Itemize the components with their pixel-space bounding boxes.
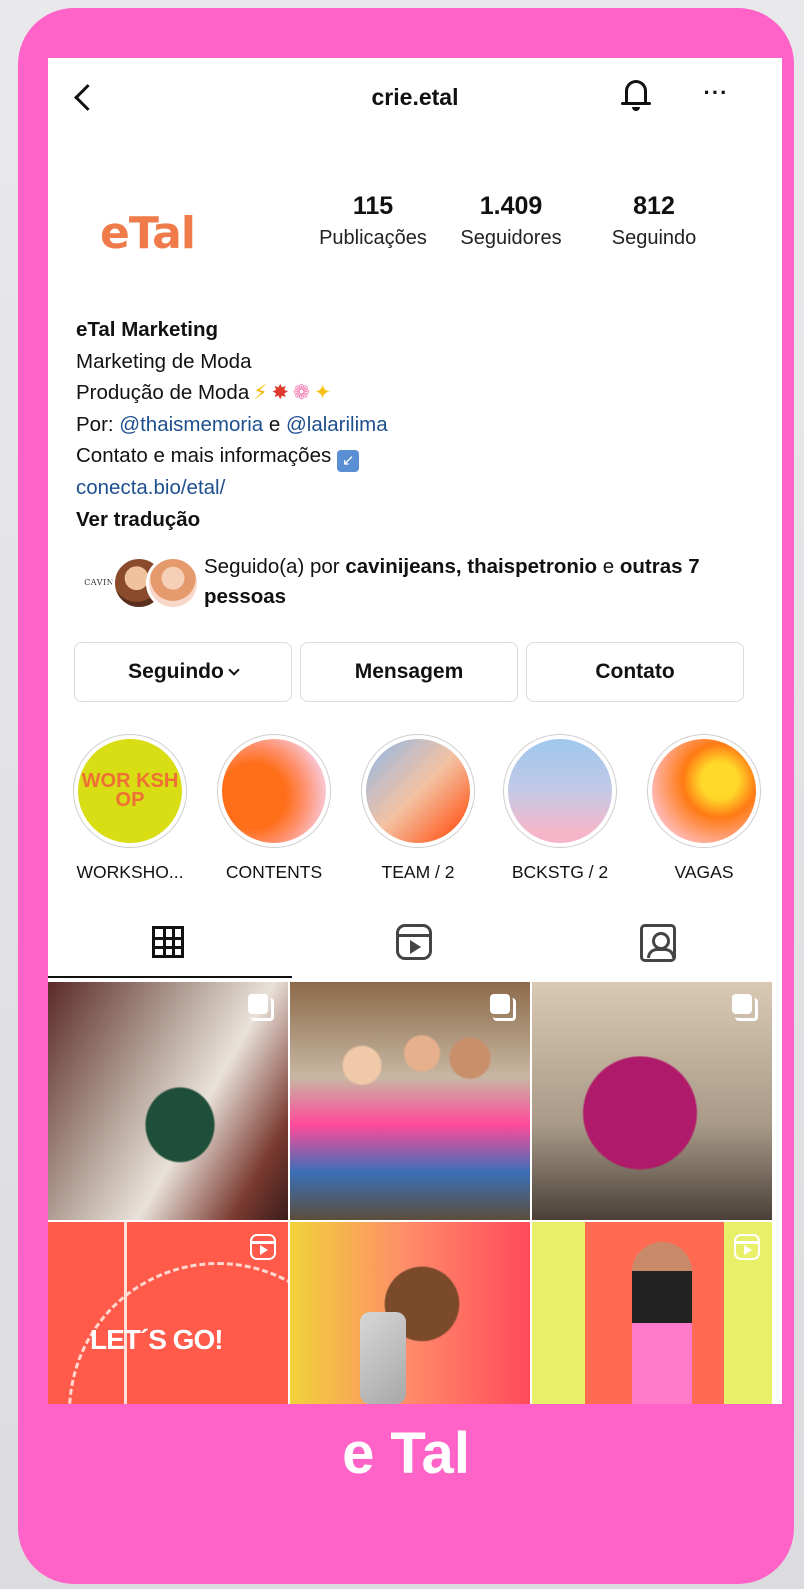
bio-line-4: Contato e mais informações ↙ [76, 440, 746, 472]
stat-posts-value: 115 [352, 192, 394, 220]
stat-following-label: Seguindo [611, 227, 697, 249]
followed-by[interactable]: CAVINI Seguido(a) por cavinijeans, thais… [74, 552, 754, 622]
profile-avatar-logo[interactable]: eTal [100, 206, 220, 262]
highlight-label: BCKSTG / 2 [511, 862, 609, 882]
highlight-cover [508, 739, 612, 843]
bell-icon[interactable] [618, 76, 654, 116]
reel-icon [250, 1234, 276, 1260]
highlight-bckstg[interactable]: BCKSTG / 2 [500, 734, 620, 883]
sparkles-emoji-icon: ✦ [314, 381, 332, 404]
post-thumbnail[interactable] [48, 982, 288, 1220]
highlight-cover [366, 739, 470, 843]
stat-posts-label: Publicações [319, 227, 427, 249]
stat-posts[interactable]: 115 Publicações [308, 192, 438, 250]
follower-avatar [146, 556, 200, 610]
bio-line-3: Por: @thaismemoria e @lalarilima [76, 412, 388, 436]
profile-bio: eTal Marketing Marketing de Moda Produçã… [76, 314, 746, 535]
highlight-vagas[interactable]: VAGAS [644, 734, 764, 883]
reels-icon [396, 924, 432, 960]
top-bar: crie.etal ··· [48, 58, 782, 138]
highlight-contents[interactable]: CONTENTS [214, 734, 334, 883]
grid-icon [152, 926, 184, 958]
profile-display-name: eTal Marketing [76, 318, 219, 341]
more-options-icon[interactable]: ··· [696, 80, 736, 110]
collision-emoji-icon: ✸ [271, 381, 289, 404]
highlight-cover [652, 739, 756, 843]
bio-link[interactable]: conecta.bio/etal/ [76, 472, 746, 504]
post-thumbnail[interactable] [290, 1222, 530, 1404]
brain-emoji-icon: ❁ [292, 381, 311, 404]
highlight-label: TEAM / 2 [381, 862, 455, 882]
post-thumbnail[interactable] [532, 1222, 772, 1404]
bio-line-2: Produção de Moda ⚡ ✸ ❁ ✦ [76, 377, 746, 409]
following-button[interactable]: Seguindo [74, 642, 292, 702]
back-arrow-icon[interactable] [70, 78, 100, 118]
reel-icon [734, 1234, 760, 1260]
arrow-down-left-emoji-icon: ↙ [337, 450, 360, 472]
message-button[interactable]: Mensagem [300, 642, 518, 702]
carousel-icon [732, 994, 758, 1021]
stat-following-value: 812 [633, 192, 675, 220]
followed-by-text: Seguido(a) por cavinijeans, thaispetroni… [204, 555, 700, 608]
see-translation-link[interactable]: Ver tradução [76, 504, 746, 536]
contact-button[interactable]: Contato [526, 642, 744, 702]
tab-reels[interactable] [292, 908, 536, 978]
carousel-icon [490, 994, 516, 1021]
chevron-down-icon [228, 664, 240, 676]
highlight-label: WORKSHO... [76, 862, 184, 882]
highlight-team[interactable]: TEAM / 2 [358, 734, 478, 883]
stat-followers-label: Seguidores [460, 227, 562, 249]
highlight-workshop[interactable]: WOR KSH OP WORKSHO... [70, 734, 190, 883]
carousel-icon [248, 994, 274, 1021]
bio-line-1: Marketing de Moda [76, 349, 252, 373]
post-thumbnail[interactable]: LET´S GO! [48, 1222, 288, 1404]
brand-caption: e Tal [342, 1421, 470, 1486]
highlight-label: VAGAS [674, 862, 734, 882]
highlight-cover: WOR KSH OP [78, 739, 182, 843]
profile-tabs [48, 908, 782, 978]
mention-thaismemoria[interactable]: @thaismemoria [119, 413, 263, 436]
tab-tagged[interactable] [536, 908, 780, 978]
stat-followers[interactable]: 1.409 Seguidores [446, 192, 576, 250]
lightning-emoji-icon: ⚡ [253, 381, 268, 404]
post-thumbnail[interactable] [290, 982, 530, 1220]
profile-username: crie.etal [371, 84, 459, 110]
stat-following[interactable]: 812 Seguindo [596, 192, 712, 250]
highlight-cover [222, 739, 326, 843]
post-overlay-text: LET´S GO! [90, 1324, 224, 1355]
post-thumbnail[interactable] [532, 982, 772, 1220]
tagged-icon [640, 924, 676, 962]
tab-grid[interactable] [48, 908, 292, 978]
instagram-profile-screen: crie.etal ··· eTal 115 Publicações 1.409… [48, 58, 782, 1404]
highlight-label: CONTENTS [225, 862, 323, 882]
stat-followers-value: 1.409 [479, 192, 543, 220]
mention-lalarilima[interactable]: @lalarilima [286, 413, 388, 436]
